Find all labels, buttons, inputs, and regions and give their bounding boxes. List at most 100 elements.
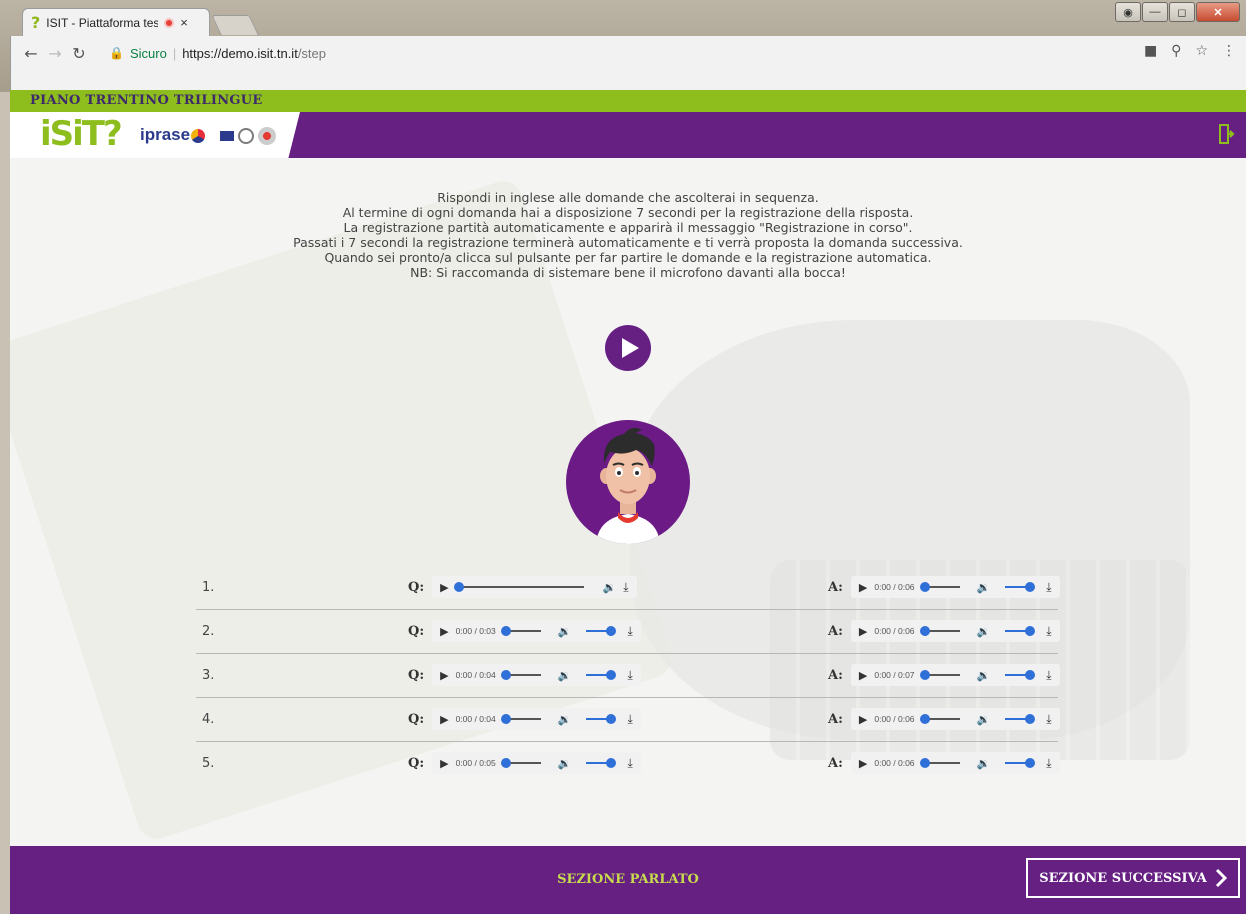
question-player: Q: ▶ 0:00 / 0:04 🔉 ⤓ — [408, 664, 641, 686]
volume-icon[interactable]: 🔉 — [977, 713, 991, 726]
volume-knob[interactable] — [606, 758, 617, 768]
volume-icon[interactable]: 🔉 — [558, 669, 572, 682]
seek-knob[interactable] — [919, 582, 930, 592]
seek-slider[interactable] — [919, 758, 960, 768]
forward-arrow-icon[interactable]: → — [43, 44, 67, 63]
volume-icon[interactable]: 🔉 — [558, 757, 572, 770]
seek-knob[interactable] — [500, 714, 511, 724]
answer-player: A: ▶ 0:00 / 0:07 🔉 ⤓ — [828, 664, 1060, 686]
start-play-button[interactable] — [605, 325, 651, 371]
volume-icon[interactable]: 🔉 — [558, 625, 572, 638]
seek-slider[interactable] — [919, 582, 960, 592]
volume-knob[interactable] — [1025, 626, 1036, 636]
seek-slider[interactable] — [500, 758, 541, 768]
volume-slider[interactable] — [1005, 670, 1036, 680]
seek-knob[interactable] — [919, 626, 930, 636]
audio-controls: ▶ 0:00 / 0:07 🔉 ⤓ — [850, 664, 1060, 686]
seek-knob[interactable] — [500, 758, 511, 768]
recording-dot-icon — [164, 17, 175, 28]
tab-close-icon[interactable]: × — [180, 15, 188, 30]
download-icon[interactable]: ⤓ — [1046, 668, 1051, 683]
download-icon[interactable]: ⤓ — [1046, 580, 1051, 595]
seek-slider[interactable] — [919, 670, 960, 680]
download-icon[interactable]: ⤓ — [1046, 624, 1051, 639]
audio-time: 0:00 / 0:06 — [874, 758, 915, 768]
seek-knob[interactable] — [919, 670, 930, 680]
volume-icon[interactable]: 🔉 — [977, 669, 991, 682]
answer-label: A: — [828, 579, 843, 595]
star-icon[interactable]: ☆ — [1195, 43, 1208, 59]
play-icon[interactable]: ▶ — [440, 625, 448, 638]
volume-knob[interactable] — [1025, 670, 1036, 680]
play-icon[interactable]: ▶ — [859, 669, 867, 682]
volume-slider[interactable] — [586, 714, 617, 724]
seek-slider[interactable] — [453, 582, 584, 592]
seek-knob[interactable] — [500, 670, 511, 680]
download-icon[interactable]: ⤓ — [1046, 712, 1051, 727]
camera-icon[interactable]: ■ — [1144, 43, 1157, 59]
seek-knob[interactable] — [453, 582, 464, 592]
new-tab-button[interactable] — [211, 15, 259, 35]
play-icon[interactable]: ▶ — [440, 669, 448, 682]
zoom-icon[interactable]: ⚲ — [1171, 43, 1181, 59]
browser-tab-active[interactable]: ? ISIT - Piattaforma test × — [22, 8, 210, 36]
download-icon[interactable]: ⤓ — [627, 668, 632, 683]
maximize-button[interactable]: ◻ — [1169, 2, 1195, 22]
download-icon[interactable]: ⤓ — [627, 756, 632, 771]
volume-slider[interactable] — [1005, 714, 1036, 724]
volume-icon[interactable]: 🔉 — [977, 757, 991, 770]
next-section-button[interactable]: SEZIONE SUCCESSIVA — [1026, 858, 1240, 898]
download-icon[interactable]: ⤓ — [623, 580, 628, 595]
close-window-button[interactable]: ✕ — [1196, 2, 1240, 22]
exit-door-icon[interactable] — [1218, 123, 1236, 145]
download-icon[interactable]: ⤓ — [627, 624, 632, 639]
instruction-line: Quando sei pronto/a clicca sul pulsante … — [324, 250, 932, 265]
row-number: 3. — [202, 668, 215, 683]
volume-icon[interactable]: 🔉 — [558, 713, 572, 726]
volume-knob[interactable] — [606, 626, 617, 636]
volume-slider[interactable] — [586, 758, 617, 768]
question-player: Q: ▶ 🔉 ⤓ — [408, 576, 637, 598]
volume-knob[interactable] — [606, 714, 617, 724]
play-icon[interactable]: ▶ — [440, 757, 448, 770]
minimize-button[interactable]: — — [1142, 2, 1168, 22]
audio-time: 0:00 / 0:03 — [455, 626, 496, 636]
volume-icon[interactable]: 🔉 — [603, 581, 617, 594]
audio-controls: ▶ 0:00 / 0:06 🔉 ⤓ — [850, 708, 1060, 730]
volume-knob[interactable] — [606, 670, 617, 680]
play-icon[interactable]: ▶ — [859, 713, 867, 726]
download-icon[interactable]: ⤓ — [1046, 756, 1051, 771]
seek-slider[interactable] — [500, 670, 541, 680]
answer-label: A: — [828, 755, 843, 771]
menu-icon[interactable]: ⋮ — [1222, 43, 1236, 59]
volume-knob[interactable] — [1025, 714, 1036, 724]
seek-slider[interactable] — [500, 626, 541, 636]
volume-slider[interactable] — [1005, 758, 1036, 768]
seek-knob[interactable] — [919, 758, 930, 768]
play-icon[interactable]: ▶ — [859, 581, 867, 594]
user-profile-icon[interactable]: ◉ — [1115, 2, 1141, 22]
volume-icon[interactable]: 🔉 — [977, 625, 991, 638]
volume-icon[interactable]: 🔉 — [977, 581, 991, 594]
download-icon[interactable]: ⤓ — [627, 712, 632, 727]
seek-knob[interactable] — [500, 626, 511, 636]
reload-icon[interactable]: ↻ — [67, 44, 91, 63]
back-arrow-icon[interactable]: ← — [19, 44, 43, 63]
volume-knob[interactable] — [1025, 582, 1036, 592]
answer-label: A: — [828, 667, 843, 683]
table-row: 2. Q: ▶ 0:00 / 0:03 🔉 ⤓ A: ▶ 0:00 / 0:06 — [196, 610, 1060, 654]
volume-slider[interactable] — [1005, 582, 1036, 592]
play-icon[interactable]: ▶ — [440, 713, 448, 726]
volume-slider[interactable] — [1005, 626, 1036, 636]
play-icon[interactable]: ▶ — [859, 625, 867, 638]
seek-slider[interactable] — [500, 714, 541, 724]
seek-slider[interactable] — [919, 714, 960, 724]
play-icon[interactable]: ▶ — [440, 581, 448, 594]
seek-slider[interactable] — [919, 626, 960, 636]
volume-slider[interactable] — [586, 670, 617, 680]
volume-slider[interactable] — [586, 626, 617, 636]
play-icon[interactable]: ▶ — [859, 757, 867, 770]
address-bar[interactable]: 🔒 Sicuro | https://demo.isit.tn.it/step — [109, 41, 1109, 65]
volume-knob[interactable] — [1025, 758, 1036, 768]
seek-knob[interactable] — [919, 714, 930, 724]
